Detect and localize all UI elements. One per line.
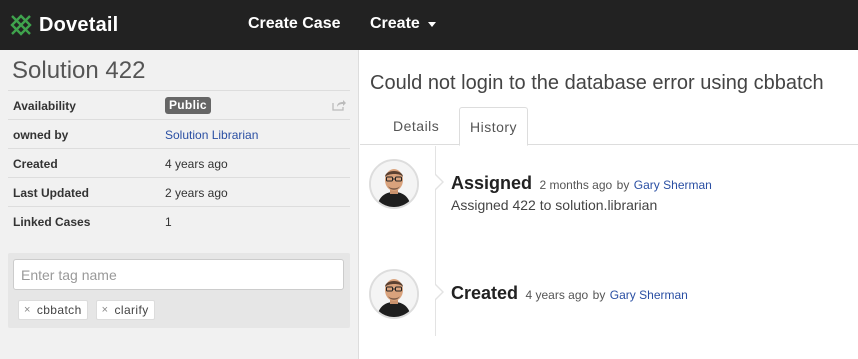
tag-label: clarify: [114, 303, 149, 317]
case-title: Could not login to the database error us…: [370, 72, 824, 94]
property-value: 4 years ago: [165, 157, 228, 171]
event-header: Assigned 2 months ago by Gary Sherman: [451, 173, 712, 194]
case-main: Could not login to the database error us…: [360, 50, 858, 359]
event-title: Assigned: [451, 173, 533, 193]
history-event: Assigned 2 months ago by Gary Sherman As…: [360, 159, 858, 219]
case-tabs: Details History: [360, 107, 858, 146]
event-by: by: [592, 288, 606, 302]
availability-badge: Public: [165, 97, 211, 114]
tag-chip: × clarify: [95, 300, 155, 320]
dovetail-logo-icon: [10, 14, 32, 36]
create-dropdown[interactable]: Create: [370, 15, 436, 33]
event-title: Created: [451, 283, 519, 303]
property-row-created: Created 4 years ago: [8, 148, 350, 177]
avatar: [369, 269, 419, 319]
avatar: [369, 159, 419, 209]
timeline-arrow-fill: [434, 174, 442, 190]
timeline-arrow-fill: [434, 284, 442, 300]
property-value: 1: [165, 215, 172, 229]
top-navbar: Dovetail Create Case Create: [0, 0, 858, 50]
tag-chip: × cbbatch: [18, 300, 88, 320]
brand[interactable]: Dovetail: [9, 13, 118, 37]
event-by: by: [616, 178, 630, 192]
property-label: Last Updated: [13, 186, 90, 200]
event-user-link[interactable]: Gary Sherman: [610, 288, 688, 302]
event-header: Created 4 years ago by Gary Sherman: [451, 283, 688, 304]
tag-editor: × cbbatch × clarify: [8, 253, 350, 328]
caret-down-icon: [427, 22, 436, 27]
property-row-availability: Availability Public: [8, 90, 350, 119]
tag-list: × cbbatch × clarify: [18, 300, 163, 320]
solution-title: Solution 422: [12, 57, 146, 84]
event-user-link[interactable]: Gary Sherman: [634, 178, 712, 192]
property-row-linked-cases: Linked Cases 1: [8, 206, 350, 235]
user-avatar-icon: [371, 161, 417, 207]
share-icon[interactable]: [332, 99, 346, 111]
property-label: Created: [13, 157, 58, 171]
user-avatar-icon: [371, 271, 417, 317]
tag-label: cbbatch: [36, 303, 82, 317]
solution-sidebar: Solution 422 Availability Public owned b…: [0, 50, 359, 359]
tab-details[interactable]: Details: [383, 107, 449, 145]
event-time: 4 years ago: [525, 288, 589, 302]
remove-tag-icon[interactable]: ×: [102, 304, 109, 316]
create-dropdown-label: Create: [370, 15, 420, 32]
create-case-link[interactable]: Create Case: [248, 15, 341, 33]
property-label: owned by: [13, 128, 69, 142]
property-row-last-updated: Last Updated 2 years ago: [8, 177, 350, 206]
tab-history[interactable]: History: [459, 107, 529, 146]
brand-name: Dovetail: [39, 13, 119, 36]
event-description: Assigned 422 to solution.librarian: [451, 197, 658, 213]
history-event: Created 4 years ago by Gary Sherman: [360, 269, 858, 329]
event-time: 2 months ago: [539, 178, 613, 192]
property-label: Linked Cases: [13, 215, 91, 229]
tag-name-input[interactable]: [13, 259, 344, 290]
property-label: Availability: [13, 99, 76, 113]
solution-properties: Availability Public owned by Solution Li…: [8, 90, 350, 235]
property-value: 2 years ago: [165, 186, 228, 200]
owner-link[interactable]: Solution Librarian: [165, 128, 258, 142]
remove-tag-icon[interactable]: ×: [24, 304, 31, 316]
property-row-owned-by: owned by Solution Librarian: [8, 119, 350, 148]
